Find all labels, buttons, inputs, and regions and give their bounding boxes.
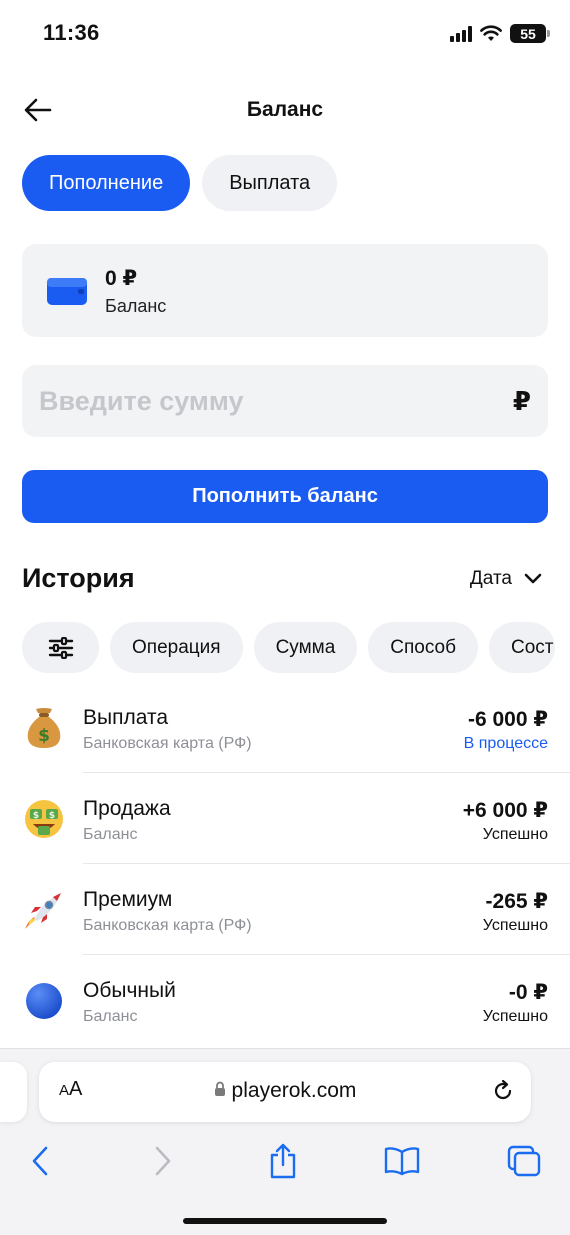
wallet-icon xyxy=(47,278,87,305)
transaction-list: $ Выплата Банковская карта (РФ) -6 000 ₽… xyxy=(0,682,570,1046)
tabs-button[interactable] xyxy=(504,1141,544,1181)
transaction-method: Баланс xyxy=(83,1008,138,1025)
filter-chips: Операция Сумма Способ Сост xyxy=(22,622,556,673)
share-button[interactable] xyxy=(263,1141,303,1181)
balance-label: Баланс xyxy=(105,296,167,316)
filter-method-chip[interactable]: Способ xyxy=(368,622,479,673)
status-icons: 55 xyxy=(450,24,550,43)
browser-back-button[interactable] xyxy=(20,1141,60,1181)
lock-icon xyxy=(214,1082,225,1097)
chevron-left-icon xyxy=(32,1146,48,1176)
filter-operation-chip[interactable]: Операция xyxy=(110,622,243,673)
balance-amount: 0 ₽ xyxy=(105,267,138,290)
transaction-status: Успешно xyxy=(482,1008,548,1025)
filter-settings-button[interactable] xyxy=(22,622,99,673)
tab-payout[interactable]: Выплата xyxy=(202,155,338,211)
transaction-method: Банковская карта (РФ) xyxy=(83,917,252,934)
rocket-icon xyxy=(22,888,66,932)
transaction-row[interactable]: $ $ Продажа Баланс +6 000 ₽ Успешно xyxy=(0,773,570,864)
history-title: История xyxy=(22,563,135,593)
url-bar[interactable]: AA playerok.com xyxy=(39,1062,531,1122)
home-indicator xyxy=(183,1218,387,1224)
chevron-right-icon xyxy=(155,1146,171,1176)
chevron-down-icon xyxy=(524,573,542,584)
transaction-status: Успешно xyxy=(482,826,548,843)
filter-amount-chip[interactable]: Сумма xyxy=(253,622,358,673)
bookmarks-button[interactable] xyxy=(382,1141,422,1181)
reload-icon xyxy=(494,1079,512,1100)
transaction-row[interactable]: $ Выплата Банковская карта (РФ) -6 000 ₽… xyxy=(0,682,570,773)
currency-sign: ₽ xyxy=(512,386,531,416)
share-icon xyxy=(270,1143,296,1179)
date-sort-label: Дата xyxy=(469,568,512,589)
transaction-status: В процессе xyxy=(463,735,548,752)
cellular-signal-icon xyxy=(450,25,472,42)
svg-text:$: $ xyxy=(49,811,55,821)
transaction-amount: +6 000 ₽ xyxy=(462,799,548,822)
previous-tab-peek[interactable] xyxy=(0,1062,27,1122)
svg-text:$: $ xyxy=(33,811,39,821)
amount-input[interactable] xyxy=(39,365,479,437)
wifi-icon xyxy=(480,25,502,41)
header: Баланс xyxy=(0,82,570,138)
url-text: playerok.com xyxy=(231,1079,357,1102)
browser-toolbar xyxy=(0,1141,570,1181)
reload-button[interactable] xyxy=(491,1079,515,1108)
blue-circle-icon xyxy=(22,979,66,1023)
money-face-icon: $ $ xyxy=(22,797,66,841)
transaction-name: Премиум xyxy=(83,888,173,911)
transaction-name: Продажа xyxy=(83,797,171,820)
transaction-method: Баланс xyxy=(83,826,138,843)
sliders-icon xyxy=(48,636,73,659)
transaction-amount: -6 000 ₽ xyxy=(468,708,548,731)
browser-forward-button[interactable] xyxy=(143,1141,183,1181)
book-icon xyxy=(384,1147,420,1176)
status-bar: 11:36 55 xyxy=(0,0,570,70)
balance-card: 0 ₽ Баланс xyxy=(22,244,548,337)
transaction-row[interactable]: Обычный Баланс -0 ₽ Успешно xyxy=(0,955,570,1046)
amount-field: ₽ xyxy=(22,365,548,437)
tab-topup[interactable]: Пополнение xyxy=(22,155,191,211)
transaction-row[interactable]: Премиум Банковская карта (РФ) -265 ₽ Усп… xyxy=(0,864,570,955)
tabs-icon xyxy=(507,1145,541,1177)
tabs: Пополнение Выплата xyxy=(22,155,338,211)
filter-status-chip[interactable]: Сост xyxy=(489,622,556,673)
transaction-amount: -265 ₽ xyxy=(485,890,548,913)
svg-text:$: $ xyxy=(38,726,50,746)
url-display: playerok.com xyxy=(39,1079,531,1103)
browser-chrome: AA playerok.com xyxy=(0,1048,570,1235)
money-bag-icon: $ xyxy=(22,706,66,750)
transaction-method: Банковская карта (РФ) xyxy=(83,735,252,752)
page-title: Баланс xyxy=(246,98,324,121)
transaction-status: Успешно xyxy=(482,917,548,934)
status-time: 11:36 xyxy=(43,20,100,45)
date-sort-dropdown[interactable]: Дата xyxy=(470,568,542,590)
topup-balance-button[interactable]: Пополнить баланс xyxy=(22,470,548,523)
transaction-name: Обычный xyxy=(83,979,176,1002)
battery-indicator: 55 xyxy=(510,24,550,43)
transaction-amount: -0 ₽ xyxy=(508,981,548,1004)
transaction-name: Выплата xyxy=(83,706,169,729)
